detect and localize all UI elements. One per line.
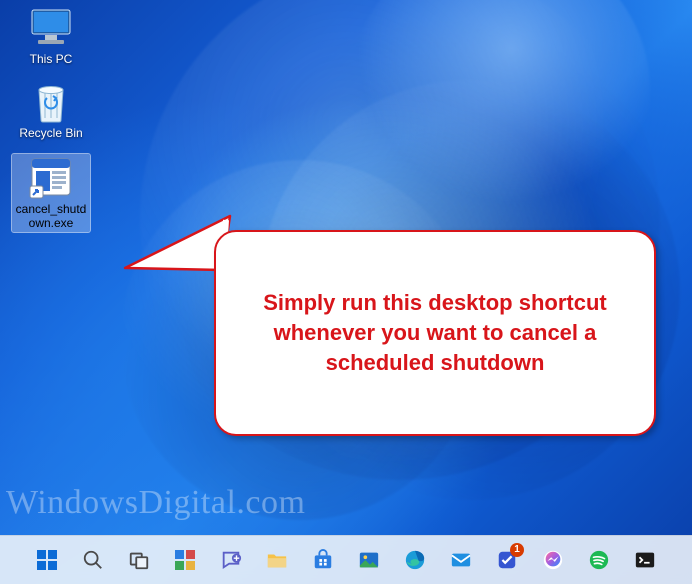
desktop-icon-column: This PC Recycle Bin: [12, 6, 102, 246]
task-view-icon: [127, 548, 151, 572]
watermark: WindowsDigital.com: [6, 484, 305, 522]
microsoft-store-icon: [311, 548, 335, 572]
watermark-text: WindowsDigital.com: [6, 484, 305, 521]
taskbar-todo[interactable]: 1: [487, 540, 527, 580]
widgets-icon: [173, 548, 197, 572]
taskbar-task-view[interactable]: [119, 540, 159, 580]
taskbar-photos[interactable]: [349, 540, 389, 580]
recycle-bin-icon: [27, 80, 75, 124]
shortcut-exe-icon: [27, 156, 75, 200]
this-pc-icon: [27, 6, 75, 50]
taskbar-terminal[interactable]: [625, 540, 665, 580]
taskbar-widgets[interactable]: [165, 540, 205, 580]
taskbar-microsoft-store[interactable]: [303, 540, 343, 580]
desktop-icon-label: Recycle Bin: [12, 126, 90, 140]
taskbar-mail[interactable]: [441, 540, 481, 580]
taskbar-file-explorer[interactable]: [257, 540, 297, 580]
desktop-icon-cancel-shutdown[interactable]: cancel_shutdown.exe: [12, 154, 90, 232]
messenger-icon: [541, 548, 565, 572]
taskbar-spotify[interactable]: [579, 540, 619, 580]
taskbar-messenger[interactable]: [533, 540, 573, 580]
desktop-icon-recycle-bin[interactable]: Recycle Bin: [12, 80, 90, 140]
desktop-icon-label: cancel_shutdown.exe: [12, 202, 90, 230]
search-icon: [81, 548, 105, 572]
terminal-icon: [633, 548, 657, 572]
taskbar-search[interactable]: [73, 540, 113, 580]
annotation-callout: Simply run this desktop shortcut wheneve…: [214, 230, 656, 436]
photos-icon: [357, 548, 381, 572]
file-explorer-icon: [265, 548, 289, 572]
desktop-icon-this-pc[interactable]: This PC: [12, 6, 90, 66]
spotify-icon: [587, 548, 611, 572]
annotation-text: Simply run this desktop shortcut wheneve…: [244, 288, 626, 377]
taskbar: 1: [0, 535, 692, 584]
windows-logo-icon: [35, 548, 59, 572]
taskbar-edge[interactable]: [395, 540, 435, 580]
mail-icon: [449, 548, 473, 572]
desktop-icon-label: This PC: [12, 52, 90, 66]
edge-icon: [403, 548, 427, 572]
chat-icon: [219, 548, 243, 572]
notification-badge: 1: [510, 543, 524, 557]
taskbar-chat[interactable]: [211, 540, 251, 580]
desktop[interactable]: This PC Recycle Bin: [0, 0, 692, 584]
start-button[interactable]: [27, 540, 67, 580]
